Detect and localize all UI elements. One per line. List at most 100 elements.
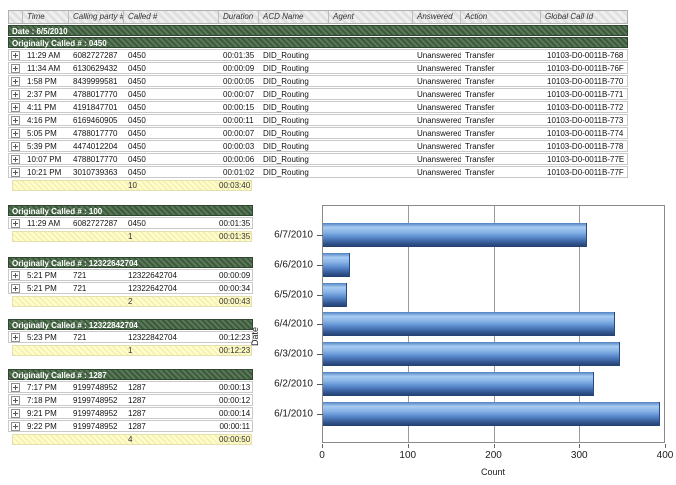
time-cell: 4:11 PM — [23, 103, 69, 112]
acd-name-cell: DID_Routing — [259, 168, 329, 177]
duration-cell: 00:00:14 — [219, 409, 254, 418]
column-header-acd-name[interactable]: ACD Name — [259, 11, 329, 23]
answered-cell: Unanswered — [413, 90, 461, 99]
x-axis-tick-mark — [665, 444, 666, 448]
expand-cell — [9, 333, 23, 342]
column-header-duration[interactable]: Duration — [219, 11, 259, 23]
column-header-time[interactable]: Time — [23, 11, 69, 23]
expand-plus-icon[interactable] — [11, 155, 20, 164]
expand-plus-icon[interactable] — [11, 103, 20, 112]
date-group-header: Date : 6/5/2010 — [8, 25, 628, 36]
chart-bar — [323, 283, 347, 307]
call-row: 4:11 PM 4191847701 0450 00:00:15 DID_Rou… — [8, 101, 628, 113]
expand-plus-icon[interactable] — [11, 64, 20, 73]
action-cell: Transfer — [461, 103, 541, 112]
y-axis-tick-label: 6/4/2010 — [274, 319, 313, 330]
summary-total-duration: 00:00:50 — [219, 435, 253, 444]
calling-party-cell: 6082727287 — [69, 51, 124, 60]
expand-cell — [9, 383, 23, 392]
time-cell: 5:05 PM — [23, 129, 69, 138]
group-summary-row: 1 00:12:23 — [12, 345, 252, 356]
action-cell: Transfer — [461, 90, 541, 99]
y-axis-tick-label: 6/6/2010 — [274, 259, 313, 270]
x-axis-tick-mark — [494, 444, 495, 448]
answered-cell: Unanswered — [413, 168, 461, 177]
expand-cell — [9, 422, 23, 431]
expand-plus-icon[interactable] — [11, 77, 20, 86]
expand-plus-icon[interactable] — [11, 396, 20, 405]
expand-plus-icon[interactable] — [11, 284, 20, 293]
answered-cell: Unanswered — [413, 155, 461, 164]
bar-row: 6/7/2010 — [323, 223, 664, 247]
called-cell: 12322642704 — [124, 271, 219, 280]
calling-party-cell: 721 — [69, 284, 124, 293]
global-call-id-cell: 10103-D0-0011B-77E — [541, 155, 629, 164]
expand-plus-icon[interactable] — [11, 219, 20, 228]
chart-bar — [323, 223, 587, 247]
time-cell: 7:17 PM — [23, 383, 69, 392]
y-axis-tick-label: 6/1/2010 — [274, 408, 313, 419]
column-header-row: Time Calling party # Called # Duration A… — [8, 10, 628, 24]
expand-plus-icon[interactable] — [11, 383, 20, 392]
column-header-called[interactable]: Called # — [124, 11, 219, 23]
time-cell: 2:37 PM — [23, 90, 69, 99]
action-cell: Transfer — [461, 129, 541, 138]
column-header-answered[interactable]: Answered — [413, 11, 461, 23]
global-call-id-cell: 10103-D0-0011B-773 — [541, 116, 629, 125]
expand-plus-icon[interactable] — [11, 271, 20, 280]
expand-cell — [9, 103, 23, 112]
global-call-id-cell: 10103-D0-0011B-778 — [541, 142, 629, 151]
group-summary-row: 2 00:00:43 — [12, 296, 252, 307]
called-cell: 0450 — [124, 90, 219, 99]
expand-plus-icon[interactable] — [11, 409, 20, 418]
duration-cell: 00:00:34 — [219, 284, 254, 293]
called-cell: 0450 — [124, 64, 219, 73]
global-call-id-cell: 10103-D0-0011B-768 — [541, 51, 629, 60]
expand-plus-icon[interactable] — [11, 51, 20, 60]
expand-plus-icon[interactable] — [11, 422, 20, 431]
action-cell: Transfer — [461, 51, 541, 60]
call-row: 5:21 PM 721 12322642704 00:00:09 — [8, 269, 253, 281]
column-header-action[interactable]: Action — [461, 11, 541, 23]
acd-name-cell: DID_Routing — [259, 155, 329, 164]
bar-series: 6/7/2010 6/6/2010 6/5/2010 6/4/2010 — [323, 206, 664, 442]
calling-party-cell: 9199748952 — [69, 396, 124, 405]
calling-party-cell: 4788017770 — [69, 90, 124, 99]
expand-plus-icon[interactable] — [11, 116, 20, 125]
summary-count: 1 — [124, 232, 219, 241]
calling-party-cell: 6130629432 — [69, 64, 124, 73]
expand-plus-icon[interactable] — [11, 129, 20, 138]
action-cell: Transfer — [461, 116, 541, 125]
bar-row: 6/2/2010 — [323, 372, 664, 396]
duration-cell: 00:00:11 — [219, 422, 254, 431]
duration-cell: 00:00:12 — [219, 396, 254, 405]
expand-cell — [9, 271, 23, 280]
column-header-agent[interactable]: Agent — [329, 11, 413, 23]
bar-chart-plot-area: 6/7/2010 6/6/2010 6/5/2010 6/4/2010 — [322, 205, 665, 443]
duration-cell: 00:00:13 — [219, 383, 254, 392]
call-row: 11:29 AM 6082727287 0450 00:01:35 — [8, 217, 253, 229]
expand-plus-icon[interactable] — [11, 333, 20, 342]
expand-cell — [9, 142, 23, 151]
acd-name-cell: DID_Routing — [259, 116, 329, 125]
originally-called-group-header: Originally Called # : 12322642704 — [8, 257, 253, 268]
duration-cell: 00:00:03 — [219, 142, 259, 151]
originally-called-group-header: Originally Called # : 100 — [8, 205, 253, 216]
call-row: 5:05 PM 4788017770 0450 00:00:07 DID_Rou… — [8, 127, 628, 139]
column-header-global-call-id[interactable]: Global Call Id — [541, 11, 629, 23]
expand-plus-icon[interactable] — [11, 142, 20, 151]
global-call-id-cell: 10103-D0-0011B-76F — [541, 64, 629, 73]
called-cell: 12322842704 — [124, 333, 219, 342]
calling-party-cell: 4474012204 — [69, 142, 124, 151]
originally-called-group-header: Originally Called # : 12322842704 — [8, 319, 253, 330]
summary-total-duration: 00:12:23 — [219, 346, 253, 355]
called-cell: 0450 — [124, 155, 219, 164]
answered-cell: Unanswered — [413, 142, 461, 151]
summary-count: 4 — [124, 435, 219, 444]
expand-cell — [9, 129, 23, 138]
expand-plus-icon[interactable] — [11, 168, 20, 177]
summary-total-duration: 00:01:35 — [219, 232, 253, 241]
duration-cell: 00:00:09 — [219, 271, 254, 280]
expand-plus-icon[interactable] — [11, 90, 20, 99]
column-header-calling-party[interactable]: Calling party # — [69, 11, 124, 23]
